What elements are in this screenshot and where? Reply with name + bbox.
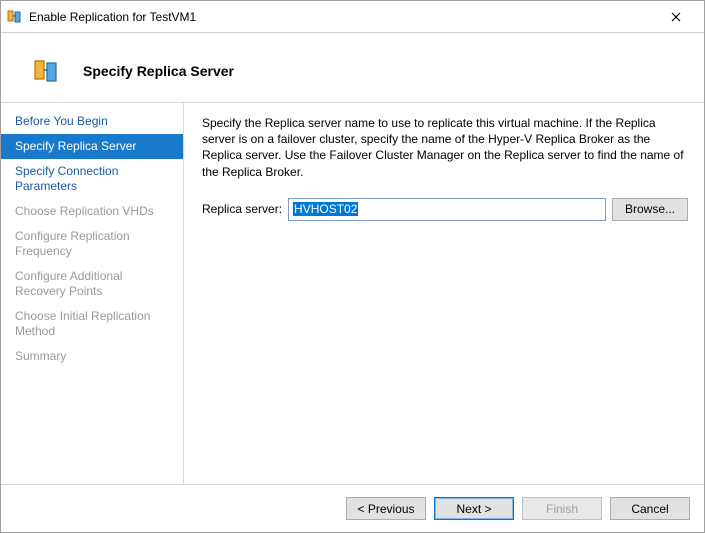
- description-text: Specify the Replica server name to use t…: [202, 115, 688, 180]
- replication-large-icon: [33, 57, 61, 85]
- wizard-body: Before You Begin Specify Replica Server …: [1, 103, 704, 484]
- step-configure-additional-recovery-points: Configure Additional Recovery Points: [1, 264, 183, 304]
- step-specify-connection-parameters[interactable]: Specify Connection Parameters: [1, 159, 183, 199]
- window-title: Enable Replication for TestVM1: [29, 10, 656, 24]
- titlebar: Enable Replication for TestVM1: [1, 1, 704, 33]
- wizard-steps: Before You Begin Specify Replica Server …: [1, 103, 184, 484]
- wizard-content: Specify the Replica server name to use t…: [184, 103, 704, 484]
- page-heading: Specify Replica Server: [83, 63, 234, 79]
- finish-button: Finish: [522, 497, 602, 520]
- wizard-footer: < Previous Next > Finish Cancel: [1, 484, 704, 532]
- step-specify-replica-server[interactable]: Specify Replica Server: [1, 134, 183, 159]
- browse-button[interactable]: Browse...: [612, 198, 688, 221]
- next-button[interactable]: Next >: [434, 497, 514, 520]
- cancel-button[interactable]: Cancel: [610, 497, 690, 520]
- previous-button[interactable]: < Previous: [346, 497, 426, 520]
- close-button[interactable]: [656, 1, 696, 32]
- wizard-header: Specify Replica Server: [1, 33, 704, 103]
- step-summary: Summary: [1, 344, 183, 369]
- step-choose-initial-replication-method: Choose Initial Replication Method: [1, 304, 183, 344]
- replica-server-value: HVHOST02: [293, 202, 358, 216]
- replica-server-input[interactable]: HVHOST02: [288, 198, 606, 221]
- wizard-window: Enable Replication for TestVM1 Specify R…: [0, 0, 705, 533]
- step-configure-replication-frequency: Configure Replication Frequency: [1, 224, 183, 264]
- replication-icon: [7, 9, 23, 25]
- replica-server-row: Replica server: HVHOST02 Browse...: [202, 198, 688, 221]
- replica-server-label: Replica server:: [202, 202, 282, 216]
- step-choose-replication-vhds: Choose Replication VHDs: [1, 199, 183, 224]
- step-before-you-begin[interactable]: Before You Begin: [1, 109, 183, 134]
